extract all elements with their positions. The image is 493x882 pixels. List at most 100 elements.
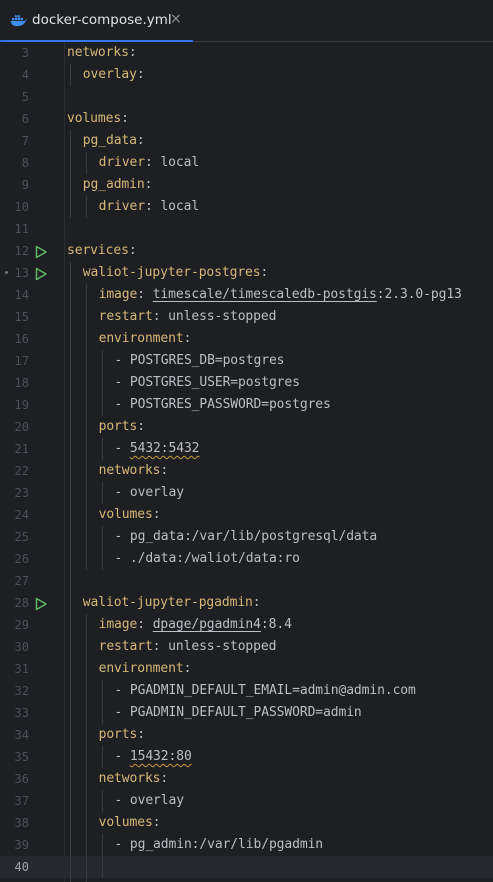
- code-line[interactable]: 5: [0, 86, 493, 108]
- docker-icon: [10, 15, 27, 27]
- yaml-key: image: [98, 287, 138, 302]
- code-line[interactable]: 32 - PGADMIN_DEFAULT_EMAIL=admin@admin.co…: [0, 680, 493, 702]
- yaml-value: local: [160, 155, 200, 170]
- code-line[interactable]: 6 volumes:: [0, 108, 493, 130]
- code-text: - PGADMIN_DEFAULT_PASSWORD=admin: [114, 705, 362, 720]
- code-line[interactable]: 33 - PGADMIN_DEFAULT_PASSWORD=admin: [0, 702, 493, 724]
- code-line[interactable]: 8 driver: local: [0, 152, 493, 174]
- yaml-key: pg_data: [82, 133, 137, 148]
- code-line[interactable]: 12 services:: [0, 240, 493, 262]
- yaml-key: ports: [98, 727, 138, 742]
- code-line[interactable]: 35 - 15432:80: [0, 746, 493, 768]
- code-line[interactable]: 20 ports:: [0, 416, 493, 438]
- line-number: 30: [14, 640, 29, 654]
- code-text: - POSTGRES_DB=postgres: [114, 353, 285, 368]
- code-line[interactable]: 29 image: dpage/pgadmin4:8.4: [0, 614, 493, 636]
- line-number: 10: [14, 200, 29, 214]
- run-gutter-icon[interactable]: [34, 244, 48, 259]
- code-text: overlay:: [82, 67, 153, 82]
- run-gutter-icon[interactable]: [34, 266, 48, 281]
- code-line[interactable]: 22 networks:: [0, 460, 493, 482]
- yaml-list-item: PGADMIN_DEFAULT_EMAIL=admin@admin.com: [129, 683, 416, 698]
- code-line[interactable]: 27: [0, 570, 493, 592]
- code-line[interactable]: 39 - pg_admin:/var/lib/pgadmin: [0, 834, 493, 856]
- image-link[interactable]: dpage/pgadmin4: [153, 617, 261, 632]
- code-text: restart: unless-stopped: [98, 639, 277, 654]
- code-line[interactable]: 19 - POSTGRES_PASSWORD=postgres: [0, 394, 493, 416]
- code-text: environment:: [98, 661, 200, 676]
- indent-guide: [101, 350, 103, 416]
- tab-docker-compose[interactable]: docker-compose.yml ×: [0, 0, 193, 43]
- code-line[interactable]: 15 restart: unless-stopped: [0, 306, 493, 328]
- code-line[interactable]: 31 environment:: [0, 658, 493, 680]
- code-line[interactable]: 16 environment:: [0, 328, 493, 350]
- code-line[interactable]: 36 networks:: [0, 768, 493, 790]
- code-line[interactable]: 38 volumes:: [0, 812, 493, 834]
- code-text: networks:: [67, 45, 145, 60]
- code-text: pg_admin:: [82, 177, 161, 192]
- code-line[interactable]: 30 restart: unless-stopped: [0, 636, 493, 658]
- yaml-key: environment: [98, 661, 184, 676]
- code-text: - overlay: [114, 485, 184, 500]
- line-number: 9: [21, 178, 29, 192]
- line-number: 28: [14, 596, 29, 610]
- yaml-key: volumes: [98, 815, 153, 830]
- code-editor[interactable]: 3 networks: 4 overlay: 5 6 volumes: 7 pg_data…: [0, 42, 493, 882]
- line-number: 22: [14, 464, 29, 478]
- code-text: - POSTGRES_PASSWORD=postgres: [114, 397, 331, 412]
- code-line[interactable]: 21 - 5432:5432: [0, 438, 493, 460]
- code-line[interactable]: 24 volumes:: [0, 504, 493, 526]
- code-text: - POSTGRES_USER=postgres: [114, 375, 300, 390]
- code-text: image: timescale/timescaledb-postgis:2.3…: [98, 287, 462, 302]
- yaml-list-item: PGADMIN_DEFAULT_PASSWORD=admin: [129, 705, 362, 720]
- line-number: 5: [21, 90, 29, 104]
- code-line[interactable]: 34 ports:: [0, 724, 493, 746]
- code-line[interactable]: 37 - overlay: [0, 790, 493, 812]
- line-number: 21: [14, 442, 29, 456]
- code-line[interactable]: 13 waliot-jupyter-postgres:: [0, 262, 493, 284]
- line-number: 3: [21, 46, 29, 60]
- line-number: 36: [14, 772, 29, 786]
- yaml-key: environment: [98, 331, 184, 346]
- editor-tab-bar: docker-compose.yml ×: [0, 0, 493, 43]
- indent-guide: [101, 680, 103, 724]
- line-number: 12: [14, 244, 29, 258]
- code-line[interactable]: 10 driver: local: [0, 196, 493, 218]
- yaml-value: unless-stopped: [168, 639, 277, 654]
- code-text: - 5432:5432: [114, 441, 200, 456]
- line-number: 20: [14, 420, 29, 434]
- line-number: 37: [14, 794, 29, 808]
- code-line[interactable]: 14 image: timescale/timescaledb-postgis:2…: [0, 284, 493, 306]
- code-text: pg_data:: [82, 133, 153, 148]
- image-link[interactable]: timescale/timescaledb-postgis: [153, 287, 377, 302]
- code-line[interactable]: 40: [0, 856, 493, 878]
- run-gutter-icon[interactable]: [34, 596, 48, 611]
- yaml-key: networks: [98, 463, 161, 478]
- code-line[interactable]: 28 waliot-jupyter-pgadmin:: [0, 592, 493, 614]
- yaml-list-item: overlay: [129, 485, 184, 500]
- line-number: 33: [14, 706, 29, 720]
- code-text: waliot-jupyter-postgres:: [82, 265, 276, 280]
- code-text: services:: [67, 243, 145, 258]
- code-line[interactable]: 11: [0, 218, 493, 240]
- line-number: 19: [14, 398, 29, 412]
- code-line[interactable]: 3 networks:: [0, 42, 493, 64]
- line-number: 40: [14, 860, 29, 874]
- indent-guide: [70, 130, 71, 218]
- code-line[interactable]: 7 pg_data:: [0, 130, 493, 152]
- line-number: 24: [14, 508, 29, 522]
- line-number: 16: [14, 332, 29, 346]
- tab-close-icon[interactable]: ×: [170, 11, 182, 27]
- line-number: 6: [21, 112, 29, 126]
- line-number: 4: [21, 68, 29, 82]
- code-line[interactable]: 17 - POSTGRES_DB=postgres: [0, 350, 493, 372]
- code-line[interactable]: 26 - ./data:/waliot/data:ro: [0, 548, 493, 570]
- code-line[interactable]: 25 - pg_data:/var/lib/postgresql/data: [0, 526, 493, 548]
- code-text: waliot-jupyter-pgadmin:: [82, 595, 269, 610]
- code-line[interactable]: 18 - POSTGRES_USER=postgres: [0, 372, 493, 394]
- code-line[interactable]: 9 pg_admin:: [0, 174, 493, 196]
- code-line[interactable]: 4 overlay:: [0, 64, 493, 86]
- code-text: - pg_admin:/var/lib/pgadmin: [114, 837, 324, 852]
- code-line[interactable]: 23 - overlay: [0, 482, 493, 504]
- yaml-key: pg_admin: [82, 177, 145, 192]
